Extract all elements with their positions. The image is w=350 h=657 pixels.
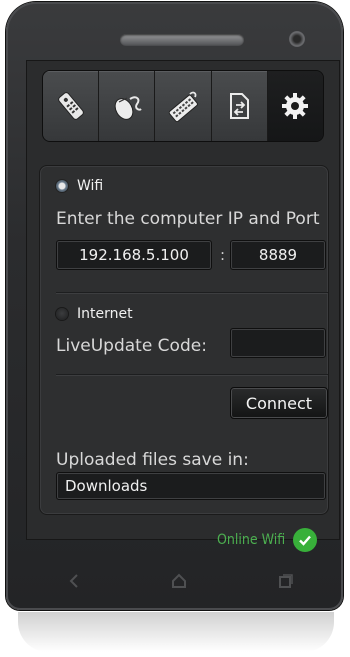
gear-icon [282,93,309,119]
divider [56,374,328,375]
upload-folder-label: Uploaded files save in: [56,450,249,470]
phone-reflection [18,612,334,652]
internet-radio[interactable] [56,308,68,320]
connection-settings-panel: Wifi Enter the computer IP and Port 192.… [39,165,329,515]
mode-toolbar [42,70,324,142]
back-icon[interactable] [66,573,82,594]
status-text: Online Wifi [217,532,286,548]
connect-button[interactable]: Connect [230,387,328,419]
front-camera [289,31,305,47]
divider [56,292,328,293]
check-circle-icon [293,528,318,552]
port-field[interactable]: 8889 [230,240,326,270]
wifi-label: Wifi [77,178,104,194]
upload-folder-field[interactable]: Downloads [56,472,326,500]
app-screen: Wifi Enter the computer IP and Port 192.… [26,60,340,552]
phone-frame: Wifi Enter the computer IP and Port 192.… [6,2,343,610]
ip-address-field[interactable]: 192.168.5.100 [56,240,212,270]
internet-label: Internet [77,306,133,322]
internet-option[interactable]: Internet [56,306,133,322]
system-nav-bar [22,564,338,602]
wifi-radio[interactable] [56,180,68,192]
speaker-grille [120,34,244,46]
keyboard-icon [168,91,198,123]
ip-port-prompt: Enter the computer IP and Port [56,209,320,229]
liveupdate-code-field[interactable] [230,328,326,358]
tab-keyboard[interactable] [155,71,212,141]
tab-settings[interactable] [267,71,323,141]
ip-port-separator: : [220,246,226,264]
liveupdate-code-label: LiveUpdate Code: [56,336,207,356]
mouse-icon [114,96,142,120]
home-icon[interactable] [170,573,188,594]
tab-file-transfer[interactable] [211,71,268,141]
tab-remote[interactable] [43,71,100,141]
connection-status: Online Wifi [217,528,318,552]
file-transfer-icon [230,93,250,119]
recents-icon[interactable] [276,573,294,594]
wifi-option[interactable]: Wifi [56,178,103,194]
tab-mouse[interactable] [99,71,156,141]
remote-icon [57,92,84,120]
